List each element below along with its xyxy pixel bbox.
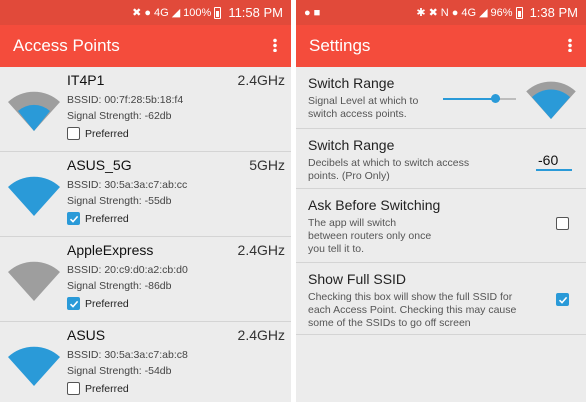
app-bar: Settings <box>296 25 586 67</box>
slider-remaining-track <box>500 98 516 100</box>
setting-desc: The app will switch <box>308 217 397 229</box>
overflow-menu-icon[interactable] <box>568 38 572 52</box>
checkmark-icon <box>558 296 567 304</box>
decibels-input[interactable]: -60 <box>536 151 572 171</box>
mute-icon: ✖ <box>132 7 142 19</box>
preferred-label: Preferred <box>85 382 129 395</box>
access-point-list: IT4P1 2.4GHz BSSID: 00:7f:28:5b:18:f4 Si… <box>0 67 291 402</box>
page-title: Access Points <box>13 36 120 55</box>
wifi-status-icon: ● <box>451 6 459 19</box>
app-bar: Access Points <box>0 25 291 67</box>
setting-desc: points. (Pro Only) <box>308 170 390 182</box>
mute-icon: ✖ <box>428 7 438 19</box>
checkmark-icon <box>69 215 78 223</box>
status-bar: ● ■ ✱ ✖ N ● 4G ◢ 96% 1:38 PM <box>296 0 586 25</box>
preferred-checkbox[interactable] <box>67 127 80 140</box>
preferred-checkbox[interactable] <box>67 382 80 395</box>
list-item[interactable]: ASUS_5G 5GHz BSSID: 30:5a:3a:c7:ab:cc Si… <box>0 152 291 237</box>
access-points-screen: ✖ ● 4G ◢ 100% 11:58 PM Access Points IT4… <box>0 0 291 402</box>
list-item[interactable]: AppleExpress 2.4GHz BSSID: 20:c9:d0:a2:c… <box>0 237 291 322</box>
preferred-checkbox-row[interactable]: Preferred <box>67 297 129 310</box>
wifi-signal-icon <box>8 346 60 386</box>
ap-ssid: ASUS_5G <box>67 157 132 173</box>
overflow-menu-icon[interactable] <box>273 38 277 52</box>
setting-desc: each Access Point. Checking this may cau… <box>308 304 517 316</box>
wifi-signal-icon <box>8 91 60 131</box>
network-type: 4G <box>461 6 477 19</box>
setting-desc: some of the SSIDs to go off screen <box>308 317 471 329</box>
slider-thumb[interactable] <box>491 94 500 103</box>
preferred-label: Preferred <box>85 297 129 310</box>
preferred-checkbox[interactable] <box>67 212 80 225</box>
ap-ssid: AppleExpress <box>67 242 154 258</box>
preferred-label: Preferred <box>85 127 129 140</box>
ap-band: 2.4GHz <box>237 242 285 258</box>
ap-band: 2.4GHz <box>237 72 285 88</box>
ap-signal-strength: Signal Strength: -55db <box>67 195 172 207</box>
setting-switch-range-decibels[interactable]: Switch Range Decibels at which to switch… <box>296 129 586 189</box>
preferred-checkbox-row[interactable]: Preferred <box>67 382 129 395</box>
setting-title: Show Full SSID <box>308 271 407 287</box>
setting-desc: Checking this box will show the full SSI… <box>308 291 513 303</box>
wifi-signal-icon <box>8 261 60 301</box>
ap-bssid: BSSID: 20:c9:d0:a2:cb:d0 <box>67 264 188 276</box>
list-item[interactable]: ASUS 2.4GHz BSSID: 30:5a:3a:c7:ab:c8 Sig… <box>0 322 291 402</box>
wifi-signal-icon <box>8 176 60 216</box>
page-title: Settings <box>309 36 371 55</box>
battery-percent: 100% <box>183 6 212 19</box>
setting-show-full-ssid[interactable]: Show Full SSID Checking this box will sh… <box>296 263 586 335</box>
show-full-ssid-checkbox[interactable] <box>556 293 569 306</box>
signal-icon: ◢ <box>171 7 181 19</box>
ap-band: 5GHz <box>249 157 285 173</box>
settings-screen: ● ■ ✱ ✖ N ● 4G ◢ 96% 1:38 PM Settings Sw… <box>296 0 586 402</box>
network-type: 4G <box>154 6 169 19</box>
setting-desc: Decibels at which to switch access <box>308 157 470 169</box>
ap-ssid: IT4P1 <box>67 72 105 88</box>
preferred-label: Preferred <box>85 212 129 225</box>
setting-title: Switch Range <box>308 137 395 153</box>
bluetooth-icon: ✱ <box>416 7 426 19</box>
checkmark-icon <box>69 300 78 308</box>
ap-ssid: ASUS <box>67 327 106 343</box>
setting-title: Ask Before Switching <box>308 197 441 213</box>
status-time: 1:38 PM <box>529 5 578 20</box>
list-item[interactable]: IT4P1 2.4GHz BSSID: 00:7f:28:5b:18:f4 Si… <box>0 67 291 152</box>
ap-bssid: BSSID: 30:5a:3a:c7:ab:c8 <box>67 349 188 361</box>
battery-percent: 96% <box>490 6 513 19</box>
ap-signal-strength: Signal Strength: -54db <box>67 365 172 377</box>
notification-icon: ■ <box>313 6 321 19</box>
ap-signal-strength: Signal Strength: -62db <box>67 110 172 122</box>
battery-icon <box>214 6 222 19</box>
status-bar: ✖ ● 4G ◢ 100% 11:58 PM <box>0 0 291 25</box>
setting-title: Switch Range <box>308 75 395 91</box>
spotify-icon: ● <box>304 6 311 19</box>
battery-icon <box>515 6 523 19</box>
preferred-checkbox-row[interactable]: Preferred <box>67 212 129 225</box>
ap-bssid: BSSID: 30:5a:3a:c7:ab:cc <box>67 179 188 191</box>
setting-desc: between routers only once <box>308 230 432 242</box>
settings-list: Switch Range Signal Level at which to sw… <box>296 67 586 335</box>
setting-desc: you tell it to. <box>308 243 365 255</box>
status-time: 11:58 PM <box>228 5 283 20</box>
signal-icon: ◢ <box>479 7 488 19</box>
wifi-status-icon: ● <box>144 6 152 19</box>
wifi-signal-icon <box>526 81 576 119</box>
setting-desc: Signal Level at which to <box>308 95 419 107</box>
ap-bssid: BSSID: 00:7f:28:5b:18:f4 <box>67 94 184 106</box>
ask-before-switching-checkbox[interactable] <box>556 217 569 230</box>
setting-ask-before-switching[interactable]: Ask Before Switching The app will switch… <box>296 189 586 263</box>
setting-switch-range-slider[interactable]: Switch Range Signal Level at which to sw… <box>296 67 586 129</box>
preferred-checkbox-row[interactable]: Preferred <box>67 127 129 140</box>
ap-band: 2.4GHz <box>237 327 285 343</box>
nfc-icon: N <box>440 6 449 19</box>
ap-signal-strength: Signal Strength: -86db <box>67 280 172 292</box>
setting-desc: switch access points. <box>308 108 407 120</box>
preferred-checkbox[interactable] <box>67 297 80 310</box>
